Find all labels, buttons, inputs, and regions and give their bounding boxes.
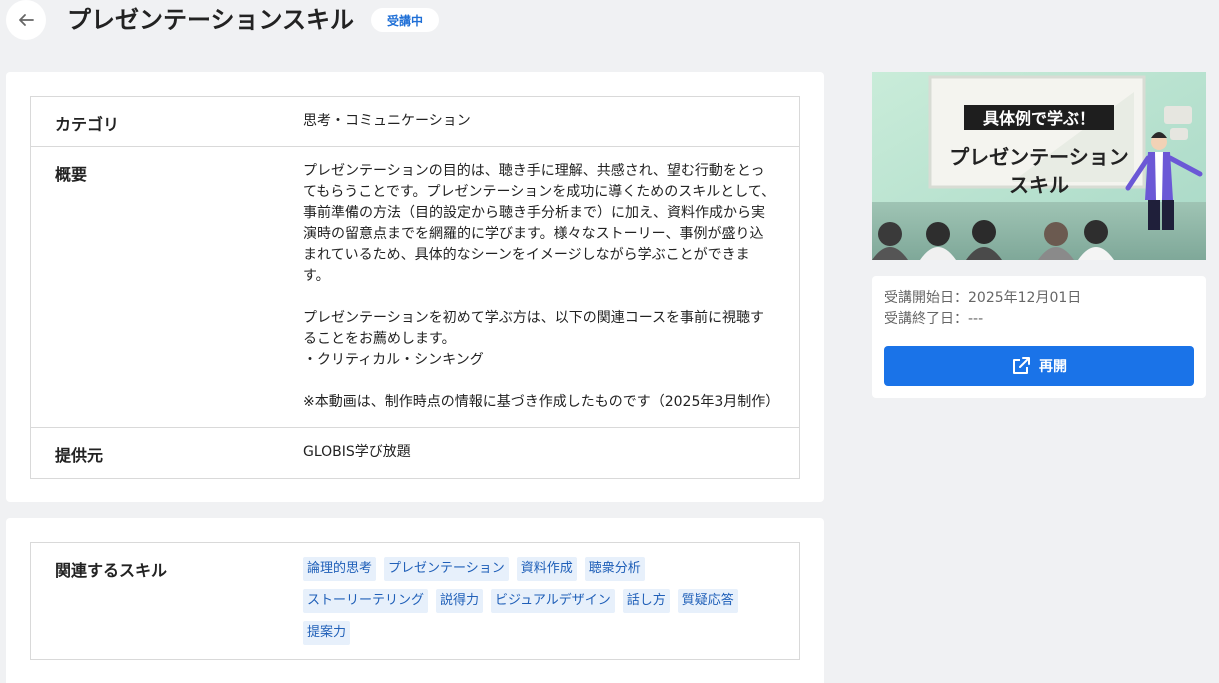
overview-line: まれているため、具体的なシーンをイメージしながら学ぶことができま — [303, 247, 750, 263]
provider-row: 提供元 GLOBIS学び放題 — [31, 428, 799, 478]
skill-tag[interactable]: 資料作成 — [516, 557, 577, 581]
skill-tag[interactable]: 話し方 — [622, 589, 670, 613]
overview-label: 概要 — [55, 165, 88, 184]
status-badge: 受講中 — [371, 8, 440, 32]
overview-row: 概要 プレゼンテーションの目的は、聴き手に理解、共感され、望む行動をとっ てもら… — [31, 147, 799, 428]
page-title: プレゼンテーションスキル — [67, 6, 355, 34]
provider-value: GLOBIS学び放題 — [303, 444, 411, 460]
skill-tag[interactable]: 論理的思考 — [303, 557, 377, 581]
thumbnail-illustration: 具体例で学ぶ！ プレゼンテーション スキル — [872, 72, 1206, 260]
course-thumbnail: 具体例で学ぶ！ プレゼンテーション スキル — [872, 72, 1206, 260]
related-skills-label: 関連するスキル — [55, 561, 168, 580]
skill-tag[interactable]: 提案力 — [303, 621, 351, 645]
arrow-left-icon — [19, 14, 34, 26]
back-button[interactable] — [6, 0, 46, 40]
provider-label: 提供元 — [55, 446, 104, 465]
course-info-card: カテゴリ 思考・コミュニケーション 概要 プレゼンテーションの目的は、聴き手に理… — [6, 72, 824, 502]
skill-tag[interactable]: ストーリーテリング — [303, 589, 429, 613]
thumbnail-title-line2: スキル — [1009, 173, 1069, 197]
category-label: カテゴリ — [55, 115, 120, 134]
enrollment-card: 受講開始日：2025年12月01日 受講終了日：--- 再開 — [872, 276, 1206, 398]
related-skills-card: 関連するスキル 論理的思考 プレゼンテーション 資料作成 聴衆分析 ストーリーテ… — [6, 518, 824, 683]
overview-line: プレゼンテーションを初めて学ぶ方は、以下の関連コースを事前に視聴す — [303, 310, 765, 326]
skill-tag-list: 論理的思考 プレゼンテーション 資料作成 聴衆分析 ストーリーテリング 説得力 … — [279, 543, 749, 659]
end-date: 受講終了日：--- — [884, 311, 984, 327]
external-link-icon — [1013, 357, 1030, 374]
start-date: 受講開始日：2025年12月01日 — [884, 290, 1082, 306]
overview-line: プレゼンテーションの目的は、聴き手に理解、共感され、望む行動をとっ — [303, 163, 765, 179]
resume-button[interactable]: 再開 — [884, 346, 1194, 386]
overview-line: ※本動画は、制作時点の情報に基づき作成したものです（2025年3月制作） — [303, 394, 780, 410]
skill-tag[interactable]: プレゼンテーション — [384, 557, 509, 581]
skill-tag[interactable]: 質疑応答 — [677, 589, 738, 613]
category-row: カテゴリ 思考・コミュニケーション — [31, 97, 799, 147]
resume-button-label: 再開 — [1039, 359, 1067, 375]
skill-tag[interactable]: ビジュアルデザイン — [491, 589, 615, 613]
category-value: 思考・コミュニケーション — [303, 113, 471, 129]
overview-text: プレゼンテーションの目的は、聴き手に理解、共感され、望む行動をとっ てもらうこと… — [279, 147, 780, 427]
overview-line: す。 — [303, 268, 330, 284]
course-info-table: カテゴリ 思考・コミュニケーション 概要 プレゼンテーションの目的は、聴き手に理… — [30, 96, 800, 479]
overview-line: てもらうことです。プレゼンテーションを成功に導くためのスキルとして、 — [303, 184, 776, 200]
overview-line: ることをお薦めします。 — [303, 331, 456, 347]
skill-tag[interactable]: 聴衆分析 — [584, 557, 645, 581]
banner-text: 具体例で学ぶ！ — [983, 109, 1095, 128]
overview-line: 演時の留意点までを網羅的に学びます。様々なストーリー、事例が盛り込 — [303, 226, 764, 242]
overview-line: ・クリティカル・シンキング — [303, 352, 484, 368]
related-skills-table: 関連するスキル 論理的思考 プレゼンテーション 資料作成 聴衆分析 ストーリーテ… — [30, 542, 800, 660]
thumbnail-title-line1: プレゼンテーション — [949, 145, 1129, 169]
skill-tag[interactable]: 説得力 — [436, 589, 484, 613]
overview-line: 事前準備の方法（目的設定から聴き手分析まで）に加え、資料作成から実 — [303, 205, 765, 221]
